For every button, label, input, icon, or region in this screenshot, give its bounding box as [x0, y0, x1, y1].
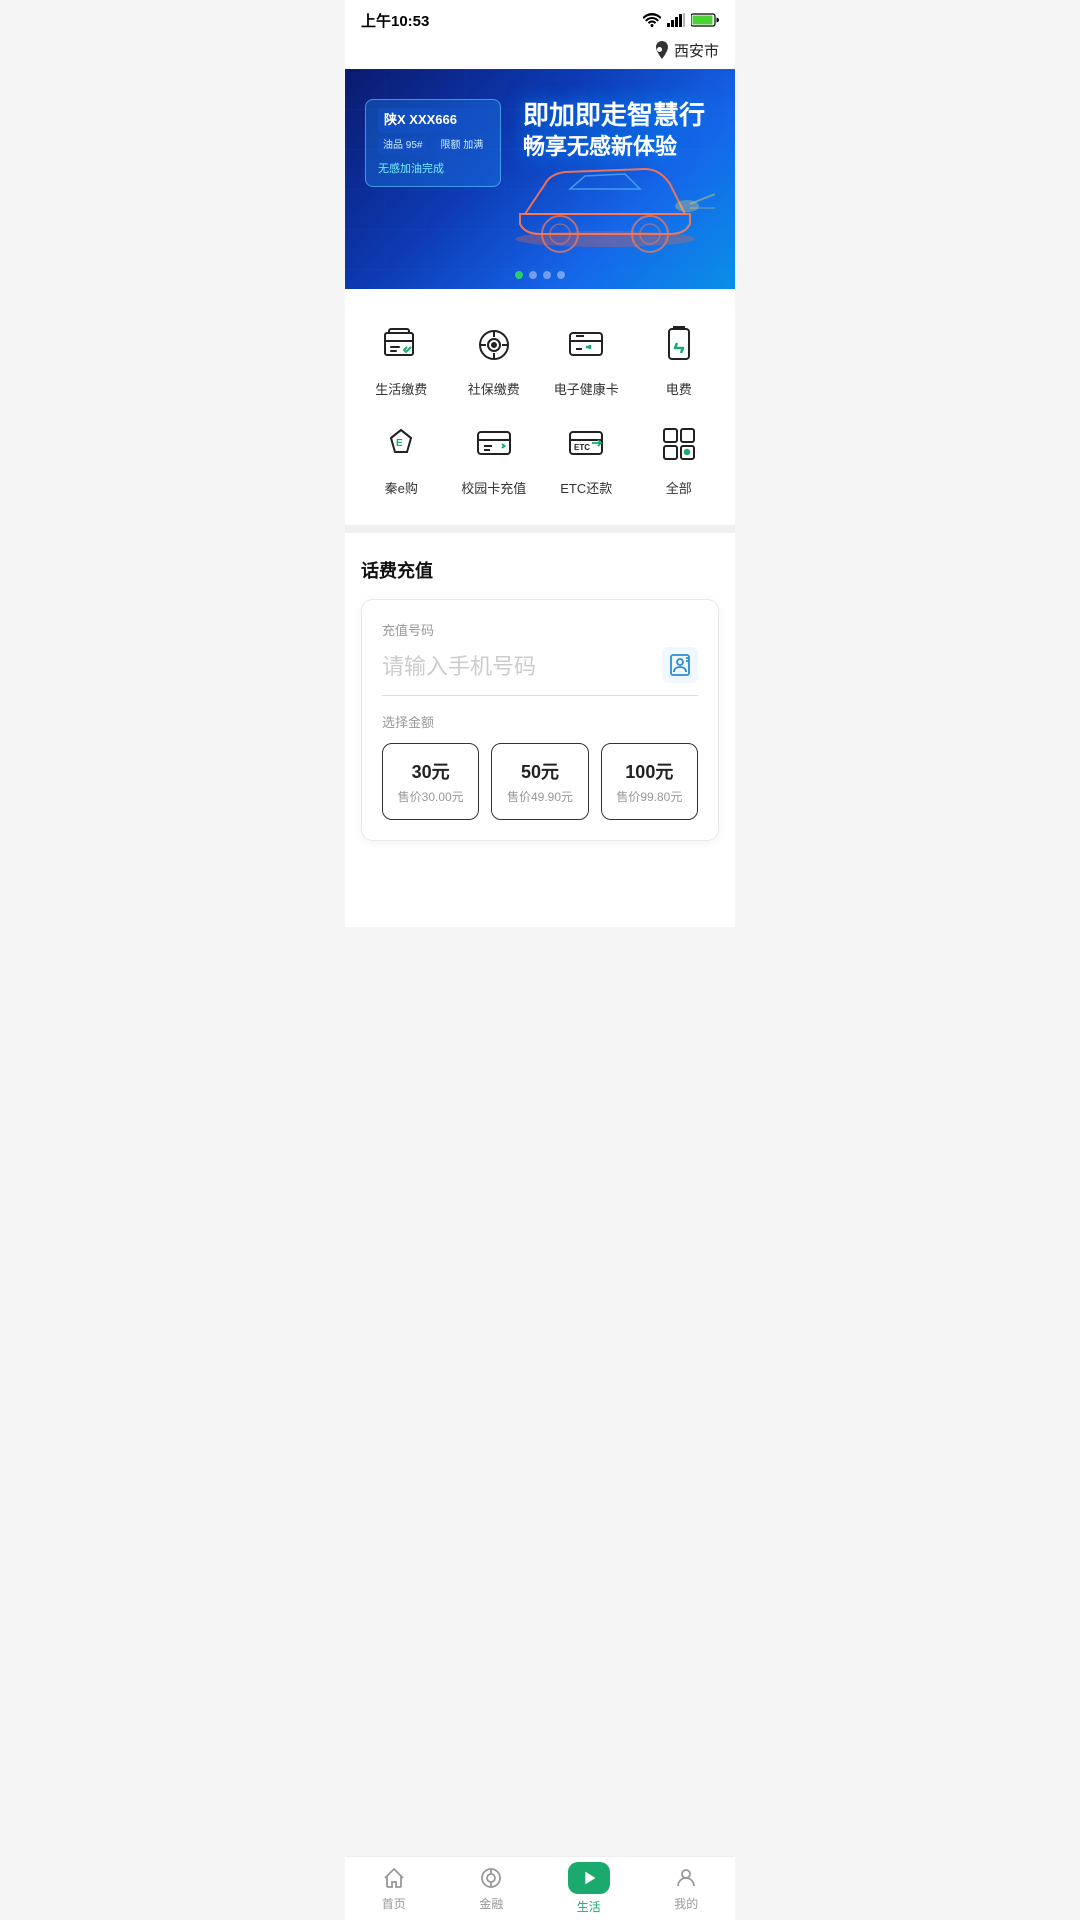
banner-title: 即加即走智慧行: [523, 99, 705, 133]
car-illustration: [495, 134, 715, 254]
recharge-title: 话费充值: [361, 557, 719, 583]
all-services-label: 全部: [666, 478, 692, 497]
main-content: 生活缴费 社保缴费: [345, 289, 735, 927]
life-payment-icon: [375, 319, 427, 371]
nav-finance-label: 金融: [479, 1895, 503, 1912]
nav-finance[interactable]: 金融: [443, 1857, 541, 1920]
health-card-icon: [560, 319, 612, 371]
oil-info: 油品 95#: [378, 137, 427, 155]
recharge-section: 话费充值 充值号码 请输入手机号码 选择金额: [345, 541, 735, 857]
amount-price-100: 售价99.80元: [610, 788, 689, 805]
amount-value-30: 30元: [391, 758, 470, 784]
nav-mine-label: 我的: [674, 1895, 698, 1912]
city-name: 西安市: [674, 40, 719, 61]
nav-life[interactable]: 生活: [540, 1857, 638, 1920]
mine-icon: [673, 1865, 699, 1891]
limit-info: 限额 加满: [435, 137, 488, 155]
campus-card-label: 校园卡充值: [461, 478, 526, 497]
banner-car: [495, 134, 715, 259]
section-divider: [345, 525, 735, 533]
wifi-icon: [643, 13, 661, 27]
service-health-card[interactable]: 电子健康卡: [540, 309, 633, 408]
amount-option-30[interactable]: 30元 售价30.00元: [382, 743, 479, 820]
plate-number: 陕X XXX666: [378, 108, 488, 133]
amount-option-100[interactable]: 100元 售价99.80元: [601, 743, 698, 820]
nav-mine[interactable]: 我的: [638, 1857, 736, 1920]
amount-price-50: 售价49.90元: [500, 788, 579, 805]
qin-shop-label: 秦e购: [385, 478, 418, 497]
amount-price-30: 售价30.00元: [391, 788, 470, 805]
amount-label: 选择金额: [382, 712, 698, 731]
service-social-security[interactable]: 社保缴费: [448, 309, 541, 408]
service-qin-shop[interactable]: E 秦e购: [355, 408, 448, 507]
dot-1: [515, 271, 523, 279]
input-label: 充值号码: [382, 620, 698, 639]
status-time: 上午10:53: [361, 10, 429, 31]
banner: 陕X XXX666 油品 95# 限额 加满 无感加油完成 即加即走智慧行 畅享…: [345, 69, 735, 289]
phone-input-row: 请输入手机号码: [382, 647, 698, 696]
service-etc-repay[interactable]: ETC ETC还款: [540, 408, 633, 507]
phone-placeholder[interactable]: 请输入手机号码: [382, 649, 536, 681]
service-life-payment[interactable]: 生活缴费: [355, 309, 448, 408]
finance-icon: [478, 1865, 504, 1891]
home-icon: [381, 1865, 407, 1891]
amount-value-50: 50元: [500, 758, 579, 784]
dot-2: [529, 271, 537, 279]
status-bar: 上午10:53: [345, 0, 735, 36]
electricity-icon: [653, 319, 705, 371]
bottom-nav: 首页 金融 生活 我的: [345, 1856, 735, 1920]
campus-card-icon: [468, 418, 520, 470]
nav-life-label: 生活: [577, 1898, 601, 1915]
electricity-label: 电费: [666, 379, 692, 398]
nav-home[interactable]: 首页: [345, 1857, 443, 1920]
amount-option-50[interactable]: 50元 售价49.90元: [491, 743, 588, 820]
signal-icon: [667, 13, 685, 27]
health-card-label: 电子健康卡: [554, 379, 619, 398]
svg-text:E: E: [396, 438, 403, 449]
location-bar[interactable]: 西安市: [345, 36, 735, 69]
recharge-card: 充值号码 请输入手机号码 选择金额 30元 售: [361, 599, 719, 841]
banner-card: 陕X XXX666 油品 95# 限额 加满 无感加油完成: [365, 99, 501, 187]
qin-shop-icon: E: [375, 418, 427, 470]
location-pin-icon: [654, 41, 670, 61]
dot-3: [543, 271, 551, 279]
status-icons: [643, 13, 719, 27]
service-campus-card[interactable]: 校园卡充值: [448, 408, 541, 507]
all-services-icon: [653, 418, 705, 470]
nav-home-label: 首页: [382, 1895, 406, 1912]
svg-text:ETC: ETC: [574, 443, 590, 452]
banner-dots: [515, 271, 565, 279]
etc-repay-icon: ETC: [560, 418, 612, 470]
dot-4: [557, 271, 565, 279]
contact-select-icon[interactable]: [662, 647, 698, 683]
amount-value-100: 100元: [610, 758, 689, 784]
service-electricity[interactable]: 电费: [633, 309, 726, 408]
battery-icon: [691, 13, 719, 27]
status-info: 无感加油完成: [378, 161, 488, 179]
amount-options: 30元 售价30.00元 50元 售价49.90元 100元 售价99.80元: [382, 743, 698, 820]
life-payment-label: 生活缴费: [375, 379, 427, 398]
service-all[interactable]: 全部: [633, 408, 726, 507]
social-security-label: 社保缴费: [468, 379, 520, 398]
social-security-icon: [468, 319, 520, 371]
service-grid: 生活缴费 社保缴费: [345, 289, 735, 517]
etc-repay-label: ETC还款: [560, 478, 612, 497]
life-active-bg: [568, 1862, 610, 1894]
